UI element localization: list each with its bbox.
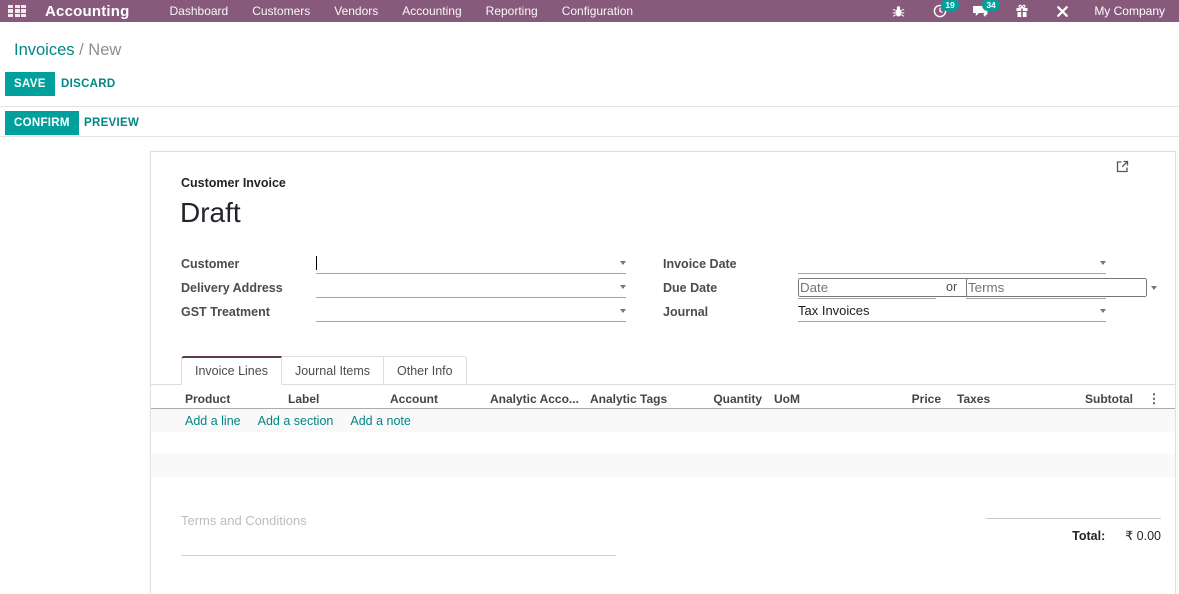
list-add-row: Add a line Add a section Add a note xyxy=(151,409,1175,432)
col-taxes[interactable]: Taxes xyxy=(957,392,1037,406)
journal-field[interactable] xyxy=(798,300,1106,322)
customer-label: Customer xyxy=(181,257,240,271)
tab-invoice-lines[interactable]: Invoice Lines xyxy=(181,356,282,385)
menu-reporting[interactable]: Reporting xyxy=(474,0,550,22)
app-title[interactable]: Accounting xyxy=(45,3,130,20)
notebook-tabs: Invoice Lines Journal Items Other Info xyxy=(151,356,1175,385)
invoice-date-input[interactable] xyxy=(798,255,1096,270)
optional-columns-icon[interactable]: ⋮ xyxy=(1133,391,1175,407)
due-date-field[interactable] xyxy=(798,277,989,299)
empty-row xyxy=(151,477,1175,500)
col-analytic-tags[interactable]: Analytic Tags xyxy=(590,392,707,406)
debug-bug-icon[interactable] xyxy=(891,4,906,19)
chevron-down-icon[interactable] xyxy=(1100,260,1106,265)
chevron-down-icon[interactable] xyxy=(620,260,626,265)
col-quantity[interactable]: Quantity xyxy=(707,392,762,406)
col-uom[interactable]: UoM xyxy=(774,392,894,406)
journal-input[interactable] xyxy=(798,303,1096,318)
top-navbar: Accounting Dashboard Customers Vendors A… xyxy=(0,0,1179,22)
due-date-row: or xyxy=(151,276,1175,300)
chevron-down-icon[interactable] xyxy=(1151,285,1157,290)
gift-icon[interactable] xyxy=(1014,4,1029,19)
confirm-button[interactable]: CONFIRM xyxy=(5,111,79,135)
terms-underline xyxy=(181,555,616,556)
payment-terms-field[interactable] xyxy=(966,277,1157,299)
invoice-form-sheet: Customer Invoice Draft Customer Delivery… xyxy=(150,151,1176,594)
menu-customers[interactable]: Customers xyxy=(240,0,322,22)
add-a-line-link[interactable]: Add a line xyxy=(185,414,241,428)
chevron-down-icon[interactable] xyxy=(1100,308,1106,313)
tab-other-info[interactable]: Other Info xyxy=(384,356,467,385)
save-button[interactable]: SAVE xyxy=(5,72,55,96)
gst-treatment-input[interactable] xyxy=(316,303,616,318)
tab-journal-items[interactable]: Journal Items xyxy=(281,356,384,385)
menu-dashboard[interactable]: Dashboard xyxy=(158,0,241,22)
document-type-label: Customer Invoice xyxy=(181,176,286,190)
preview-button[interactable]: PREVIEW xyxy=(80,111,143,135)
col-subtotal[interactable]: Subtotal xyxy=(1037,392,1133,406)
menu-vendors[interactable]: Vendors xyxy=(322,0,390,22)
tools-icon[interactable] xyxy=(1055,4,1070,19)
activities-count-badge: 19 xyxy=(941,0,959,11)
total-label: Total: xyxy=(1072,529,1106,543)
messages-count-badge: 34 xyxy=(982,0,1000,11)
totals-section: Total: ₹ 0.00 xyxy=(986,518,1161,543)
col-account[interactable]: Account xyxy=(390,392,490,406)
customer-input[interactable] xyxy=(317,255,616,270)
apps-grid-icon[interactable] xyxy=(8,4,26,18)
terms-and-conditions-field[interactable]: Terms and Conditions xyxy=(181,512,616,530)
divider xyxy=(0,106,1179,107)
menu-configuration[interactable]: Configuration xyxy=(550,0,645,22)
main-menu: Dashboard Customers Vendors Accounting R… xyxy=(158,0,646,22)
external-link-icon[interactable] xyxy=(1116,154,1129,178)
journal-label: Journal xyxy=(663,305,709,319)
breadcrumb-separator: / xyxy=(79,41,89,59)
empty-row xyxy=(151,454,1175,477)
col-label[interactable]: Label xyxy=(288,392,390,406)
messages-chat-icon[interactable]: 34 xyxy=(973,0,1000,19)
payment-terms-input[interactable] xyxy=(966,278,1147,297)
add-a-note-link[interactable]: Add a note xyxy=(350,414,410,428)
col-price[interactable]: Price xyxy=(894,392,941,406)
menu-accounting[interactable]: Accounting xyxy=(390,0,473,22)
col-product[interactable]: Product xyxy=(185,392,288,406)
add-a-section-link[interactable]: Add a section xyxy=(258,414,334,428)
divider xyxy=(0,136,1179,137)
invoice-date-field[interactable] xyxy=(798,252,1106,274)
invoice-state: Draft xyxy=(180,197,241,228)
activities-clock-icon[interactable]: 19 xyxy=(932,0,959,19)
gst-treatment-field[interactable] xyxy=(316,300,626,322)
topbar-right-tools: 19 34 My Company xyxy=(865,0,1165,19)
terms-placeholder: Terms and Conditions xyxy=(181,513,307,528)
company-switcher[interactable]: My Company xyxy=(1094,4,1165,18)
chevron-down-icon[interactable] xyxy=(620,308,626,313)
gst-treatment-label: GST Treatment xyxy=(181,305,270,319)
col-analytic-account[interactable]: Analytic Acco... xyxy=(490,392,590,406)
discard-button[interactable]: DISCARD xyxy=(57,72,120,96)
customer-field[interactable] xyxy=(316,252,626,274)
empty-row xyxy=(151,432,1175,455)
or-label: or xyxy=(946,280,958,294)
invoice-date-label: Invoice Date xyxy=(663,257,737,271)
total-amount: ₹ 0.00 xyxy=(1125,529,1161,543)
breadcrumb: Invoices / New xyxy=(14,41,121,60)
breadcrumb-current: New xyxy=(88,41,122,59)
invoice-lines-header: Product Label Account Analytic Acco... A… xyxy=(151,389,1175,409)
breadcrumb-invoices-link[interactable]: Invoices xyxy=(14,41,75,59)
